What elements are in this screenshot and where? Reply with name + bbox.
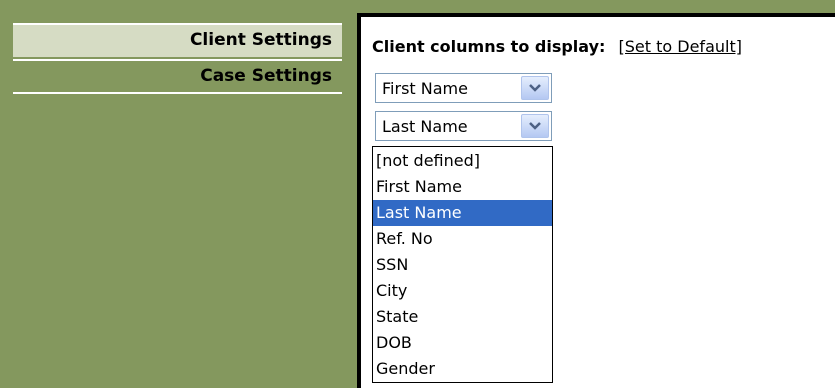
- columns-heading: Client columns to display:: [372, 37, 606, 56]
- sidebar-item-label: Case Settings: [200, 66, 332, 86]
- chevron-down-icon: [529, 122, 541, 130]
- dropdown-option-dob[interactable]: DOB: [373, 330, 552, 356]
- column-dropdown-list[interactable]: [not defined] First Name Last Name Ref. …: [372, 146, 553, 383]
- set-to-default-link[interactable]: [Set to Default]: [619, 37, 742, 56]
- column-select-1[interactable]: First Name: [375, 73, 552, 103]
- dropdown-option-not-defined[interactable]: [not defined]: [373, 148, 552, 174]
- dropdown-button[interactable]: [521, 76, 549, 100]
- column-select-value: Last Name: [382, 117, 468, 136]
- dropdown-button[interactable]: [521, 114, 549, 138]
- dropdown-option-last-name[interactable]: Last Name: [373, 200, 552, 226]
- dropdown-option-state[interactable]: State: [373, 304, 552, 330]
- column-select-value: First Name: [382, 79, 468, 98]
- chevron-down-icon: [529, 84, 541, 92]
- dropdown-option-ref-no[interactable]: Ref. No: [373, 226, 552, 252]
- dropdown-option-ssn[interactable]: SSN: [373, 252, 552, 278]
- sidebar-item-client-settings[interactable]: Client Settings: [13, 23, 342, 57]
- dropdown-option-gender[interactable]: Gender: [373, 356, 552, 382]
- sidebar-item-case-settings[interactable]: Case Settings: [13, 59, 342, 94]
- columns-heading-row: Client columns to display: [Set to Defau…: [372, 37, 742, 56]
- column-select-2[interactable]: Last Name: [375, 111, 552, 141]
- dropdown-option-first-name[interactable]: First Name: [373, 174, 552, 200]
- sidebar-item-label: Client Settings: [189, 30, 332, 50]
- dropdown-option-city[interactable]: City: [373, 278, 552, 304]
